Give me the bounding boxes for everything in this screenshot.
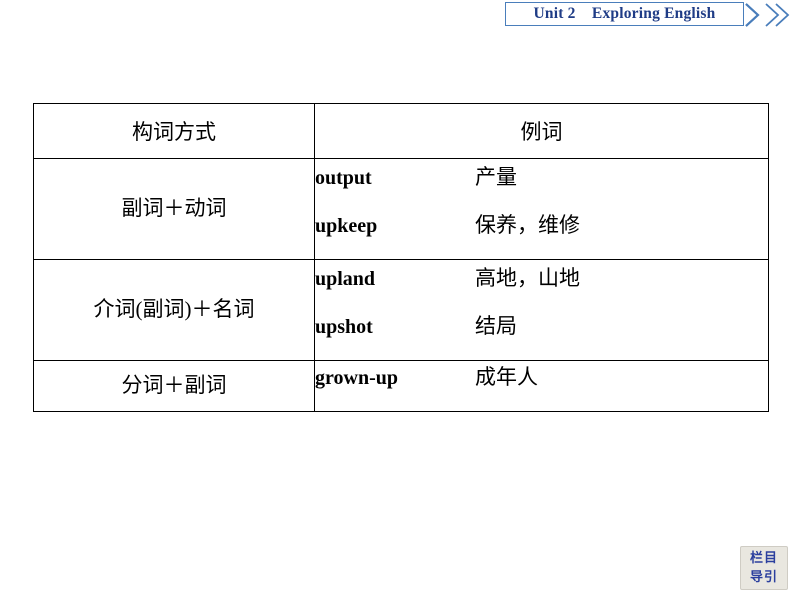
example-gloss: 产量 [475, 165, 517, 189]
method-label: 副词＋动词 [121, 196, 227, 221]
method-label: 分词＋副词 [121, 373, 227, 398]
example-entry: output 产量 [315, 161, 768, 209]
column-header-method: 构词方式 [132, 120, 216, 144]
table-header-cell-examples: 例词 [314, 103, 769, 159]
example-gloss: 保养，维修 [475, 213, 580, 237]
column-header-examples: 例词 [520, 120, 563, 144]
example-word: upshot [315, 316, 373, 338]
example-entry: upshot 结局 [315, 310, 768, 358]
table-header-row: 构词方式 例词 [33, 103, 769, 159]
table-row: 副词＋动词 output 产量 upkeep 保养，维修 [33, 158, 769, 260]
example-entry: grown-up 成年人 [315, 361, 768, 411]
example-word: upkeep [315, 215, 378, 237]
method-cell: 副词＋动词 [33, 158, 315, 260]
example-gloss: 成年人 [475, 365, 538, 389]
table-row: 介词(副词)＋名词 upland 高地，山地 upshot 结局 [33, 259, 769, 361]
word-formation-table: 构词方式 例词 副词＋动词 output 产量 upkeep 保养，维修 介词(… [33, 103, 769, 412]
example-gloss: 结局 [475, 314, 517, 338]
chevron-right-icon-secondary [765, 3, 790, 27]
nav-guide-button[interactable]: 栏目 导引 [740, 546, 788, 590]
examples-cell: output 产量 upkeep 保养，维修 [314, 158, 769, 260]
example-entry: upkeep 保养，维修 [315, 209, 768, 257]
example-word: output [315, 167, 372, 189]
nav-guide-label-line2: 导引 [749, 569, 778, 584]
method-cell: 介词(副词)＋名词 [33, 259, 315, 361]
method-label: 介词(副词)＋名词 [93, 297, 255, 322]
header-banner: Unit 2 Exploring English [505, 1, 794, 31]
example-gloss: 高地，山地 [475, 266, 580, 290]
method-cell: 分词＋副词 [33, 360, 315, 412]
table-row: 分词＋副词 grown-up 成年人 [33, 360, 769, 412]
example-entry: upland 高地，山地 [315, 262, 768, 310]
examples-cell: grown-up 成年人 [314, 360, 769, 412]
examples-cell: upland 高地，山地 upshot 结局 [314, 259, 769, 361]
page-title: Unit 2 Exploring English [533, 5, 716, 22]
example-word: grown-up [315, 367, 398, 389]
example-word: upland [315, 268, 376, 290]
nav-guide-label-line1: 栏目 [749, 550, 778, 566]
table-header-cell-method: 构词方式 [33, 103, 315, 159]
